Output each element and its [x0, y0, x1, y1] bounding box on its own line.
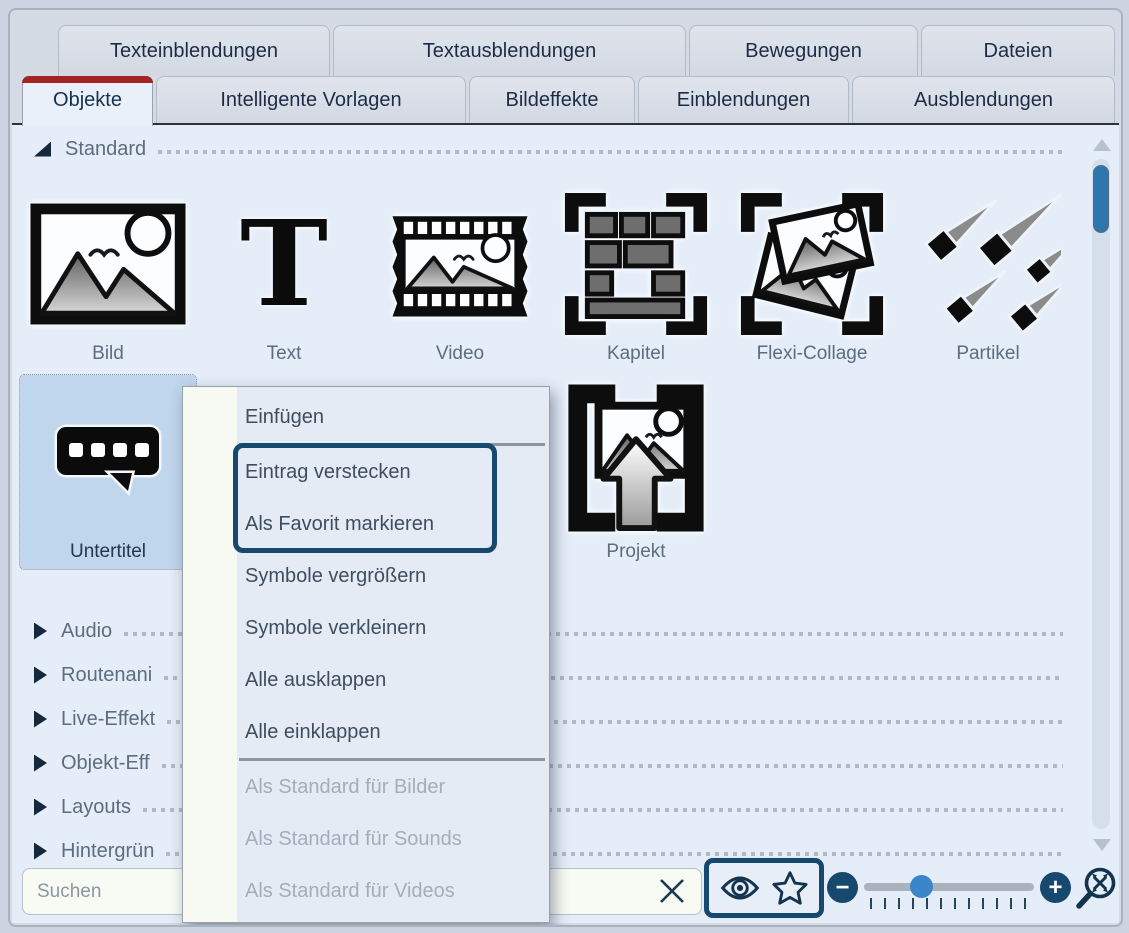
clear-search-icon[interactable]: [656, 875, 688, 907]
expand-triangle-icon[interactable]: [34, 755, 47, 772]
particle-icon: [900, 185, 1076, 343]
scrollbar-up-arrow-icon[interactable]: [1093, 139, 1111, 151]
tab-intelligente-vorlagen[interactable]: Intelligente Vorlagen: [156, 76, 466, 123]
section-standard[interactable]: Standard: [34, 133, 1073, 165]
zoom-slider-track[interactable]: [864, 883, 1034, 891]
text-icon: T: [196, 185, 372, 343]
tab-textausblendungen[interactable]: Textausblendungen: [333, 25, 686, 76]
palette-item-text[interactable]: T Text: [196, 185, 372, 371]
tab-label: Bildeffekte: [505, 89, 598, 112]
section-dotted-line: [158, 150, 1063, 154]
tab-objekte[interactable]: Objekte: [22, 76, 153, 126]
palette-item-label: Flexi-Collage: [757, 343, 868, 365]
zoom-slider-ticks: [870, 898, 1030, 909]
tab-einblendungen[interactable]: Einblendungen: [638, 76, 849, 123]
chapter-icon: [548, 185, 724, 343]
scrollbar-thumb[interactable]: [1093, 165, 1109, 233]
visibility-favorite-group: [704, 858, 824, 918]
menu-item-eintrag-verstecken[interactable]: Eintrag verstecken: [183, 446, 549, 498]
palette-item-partikel[interactable]: Partikel: [900, 185, 1076, 371]
toolbox-window: Texteinblendungen Textausblendungen Bewe…: [8, 8, 1123, 927]
menu-item-symbole-vergroessern[interactable]: Symbole vergrößern: [183, 550, 549, 602]
image-icon: [20, 185, 196, 343]
tab-strip-row1: Texteinblendungen Textausblendungen Bewe…: [58, 25, 1115, 76]
bottom-toolbar: − +: [12, 857, 1119, 923]
palette-item-label: Untertitel: [70, 541, 146, 563]
menu-item-alle-einklappen[interactable]: Alle einklappen: [183, 706, 549, 758]
expand-triangle-icon[interactable]: [34, 799, 47, 816]
eye-icon[interactable]: [720, 874, 760, 902]
palette-item-label: Kapitel: [607, 343, 665, 365]
zoom-out-button[interactable]: −: [827, 872, 858, 903]
palette-item-label: Partikel: [956, 343, 1019, 365]
objects-panel: Standard Bild T Te: [12, 123, 1119, 923]
project-icon: [548, 375, 724, 541]
tab-label: Objekte: [53, 89, 122, 112]
expand-triangle-icon[interactable]: [34, 623, 47, 640]
tab-texteinblendungen[interactable]: Texteinblendungen: [58, 25, 330, 76]
palette-item-video[interactable]: Video: [372, 185, 548, 371]
tab-label: Dateien: [984, 40, 1053, 63]
tab-strip-row2: Objekte Intelligente Vorlagen Bildeffekt…: [22, 76, 1115, 123]
palette-row1: Bild T Text: [20, 185, 1076, 371]
star-icon[interactable]: [772, 871, 808, 905]
tab-label: Einblendungen: [677, 89, 810, 112]
palette-item-label: Video: [436, 343, 484, 365]
menu-item-als-standard-fuer-bilder: Als Standard für Bilder: [183, 761, 549, 813]
menu-item-einfuegen[interactable]: Einfügen: [183, 391, 549, 443]
subtitle-icon: [20, 375, 196, 541]
palette-item-projekt[interactable]: Projekt: [548, 375, 724, 569]
tab-label: Texteinblendungen: [110, 40, 278, 63]
palette-item-label: Text: [267, 343, 302, 365]
palette-item-kapitel[interactable]: Kapitel: [548, 185, 724, 371]
tab-label: Bewegungen: [745, 40, 862, 63]
menu-item-als-standard-fuer-sounds: Als Standard für Sounds: [183, 813, 549, 865]
palette-item-untertitel[interactable]: Untertitel: [20, 375, 196, 569]
scrollbar-down-arrow-icon[interactable]: [1093, 839, 1111, 851]
zoom-slider-thumb[interactable]: [910, 875, 933, 898]
menu-item-als-favorit-markieren[interactable]: Als Favorit markieren: [183, 498, 549, 550]
palette-item-label: Projekt: [606, 541, 665, 563]
section-label: Standard: [65, 138, 146, 161]
zoom-in-button[interactable]: +: [1040, 872, 1071, 903]
tab-bildeffekte[interactable]: Bildeffekte: [469, 76, 635, 123]
tab-dateien[interactable]: Dateien: [921, 25, 1115, 76]
zoom-fit-icon[interactable]: [1074, 865, 1120, 911]
menu-item-alle-ausklappen[interactable]: Alle ausklappen: [183, 654, 549, 706]
tab-ausblendungen[interactable]: Ausblendungen: [852, 76, 1115, 123]
tab-label: Ausblendungen: [914, 89, 1053, 112]
tab-label: Intelligente Vorlagen: [220, 89, 401, 112]
video-icon: [372, 185, 548, 343]
tab-label: Textausblendungen: [423, 40, 596, 63]
palette-item-bild[interactable]: Bild: [20, 185, 196, 371]
palette-item-label: Bild: [92, 343, 124, 365]
tab-bewegungen[interactable]: Bewegungen: [689, 25, 918, 76]
menu-item-symbole-verkleinern[interactable]: Symbole verkleinern: [183, 602, 549, 654]
vertical-scrollbar: [1091, 135, 1111, 851]
scrollbar-track[interactable]: [1092, 159, 1110, 829]
palette-item-flexi-collage[interactable]: Flexi-Collage: [724, 185, 900, 371]
context-menu: Einfügen Eintrag verstecken Als Favorit …: [182, 386, 550, 923]
collage-icon: [724, 185, 900, 343]
expand-triangle-icon[interactable]: [34, 711, 47, 728]
collapse-triangle-icon[interactable]: [34, 142, 51, 157]
expand-triangle-icon[interactable]: [34, 667, 47, 684]
menu-item-als-standard-fuer-videos: Als Standard für Videos: [183, 865, 549, 917]
